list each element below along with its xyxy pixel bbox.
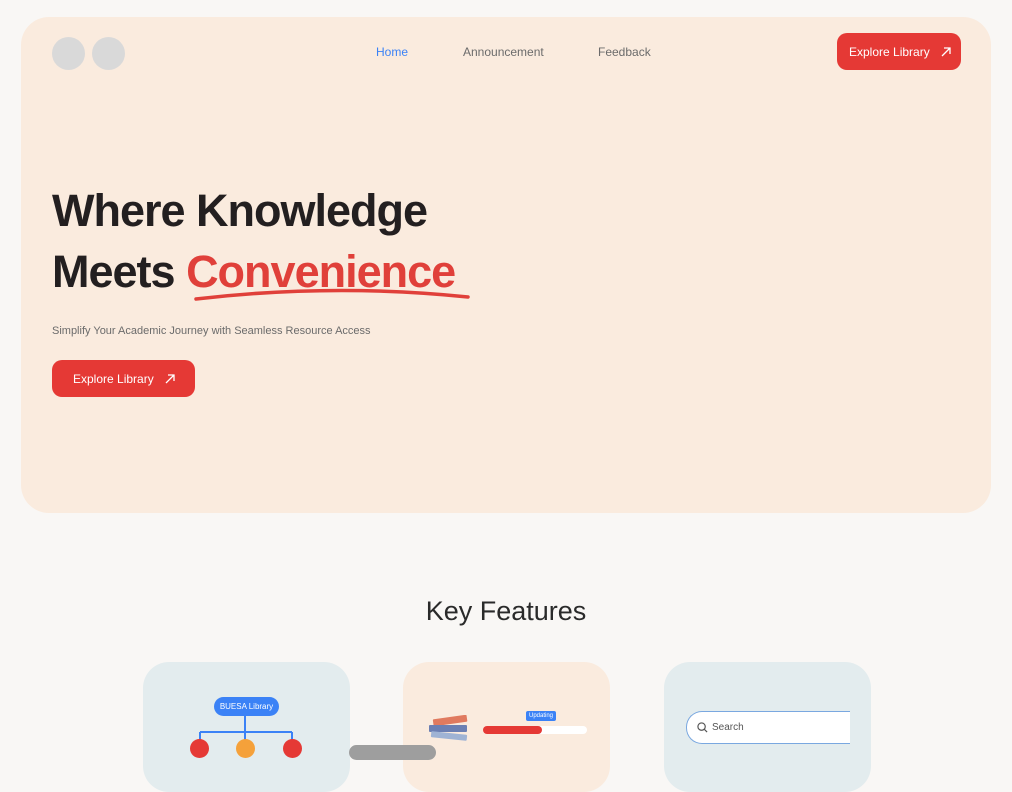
hero-title-prefix: Meets — [52, 246, 187, 297]
arrow-up-right-icon — [165, 373, 175, 383]
tree-node-middle — [236, 739, 255, 758]
books-stack-icon — [429, 715, 468, 741]
logo-circle-2[interactable] — [92, 37, 125, 70]
hero-explore-label: Explore Library — [73, 371, 154, 386]
underline-swoosh — [194, 288, 470, 301]
search-field[interactable]: Search — [686, 711, 850, 744]
hero-explore-library-button[interactable]: Explore Library — [52, 360, 195, 397]
arrow-up-right-icon — [941, 46, 951, 56]
tree-node-right — [283, 739, 302, 758]
key-features-heading: Key Features — [425, 596, 587, 626]
hero-subtitle: Simplify Your Academic Journey with Seam… — [52, 325, 371, 337]
logo-circle-1[interactable] — [52, 37, 85, 70]
update-progress-fill — [483, 726, 542, 734]
nav-feedback[interactable]: Feedback — [598, 45, 651, 59]
library-pill: BUESA Library — [214, 697, 279, 716]
nav-announcement[interactable]: Announcement — [463, 45, 544, 59]
hero-title-line1: Where Knowledge — [52, 185, 428, 236]
header-explore-library-button[interactable]: Explore Library — [837, 33, 961, 70]
search-icon — [697, 722, 708, 733]
hero-section: Home Announcement Feedback Explore Libra… — [21, 17, 991, 513]
tree-node-left — [190, 739, 209, 758]
header-explore-label: Explore Library — [849, 44, 930, 59]
nav-home[interactable]: Home — [376, 45, 408, 59]
search-placeholder: Search — [712, 722, 744, 733]
updating-badge: Updating — [526, 711, 557, 721]
horizontal-scroll-handle[interactable] — [349, 745, 436, 760]
